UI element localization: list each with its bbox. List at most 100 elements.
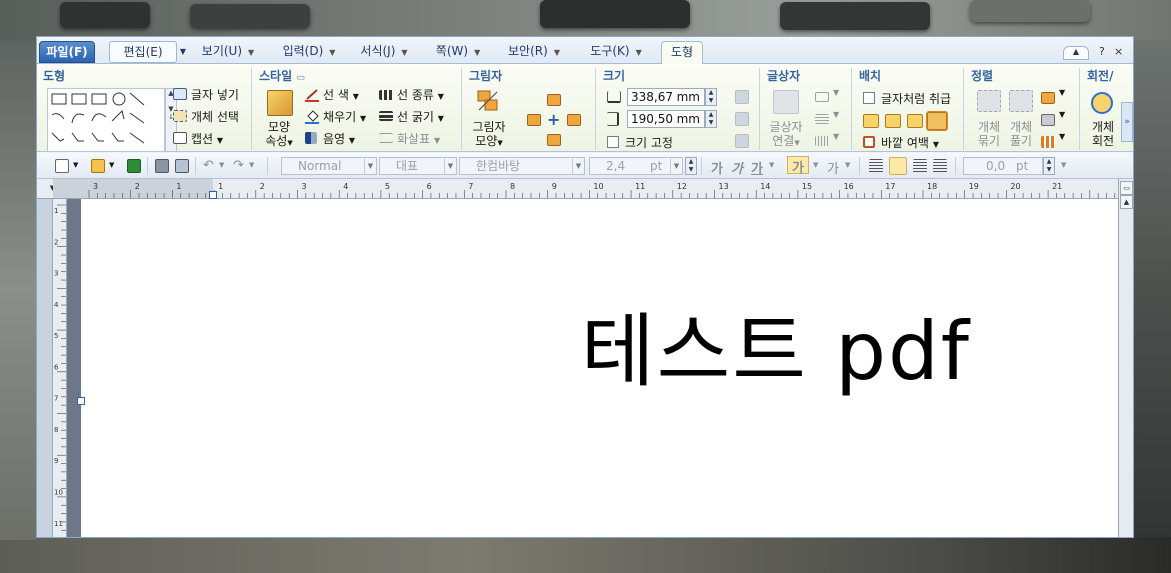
line-color-button[interactable]: 선 색 ▼	[323, 86, 359, 103]
align-right-icon[interactable]	[933, 159, 947, 173]
caption-button[interactable]: 캡션 ▼	[191, 130, 223, 147]
textbox-align-icon[interactable]	[815, 114, 829, 124]
shadow-shape-button[interactable]: 그림자 모양▼	[467, 120, 511, 150]
tab-edit[interactable]: 편집(E)	[109, 41, 177, 63]
height-field[interactable]: 190,50 mm	[627, 110, 705, 128]
chevron-down-icon[interactable]: ▼	[109, 161, 114, 169]
style-select[interactable]: Normal ▼	[281, 157, 377, 175]
ungroup-objects-button[interactable]: 개체 풀기	[1003, 120, 1039, 148]
font-size-field[interactable]: 2,4 pt ▼	[589, 157, 683, 175]
tab-shape[interactable]: 도형	[661, 41, 703, 65]
outline-select[interactable]: 대표 ▼	[379, 157, 457, 175]
chevron-down-icon[interactable]: ▼	[249, 161, 254, 169]
chevron-down-icon[interactable]: ▼	[769, 161, 774, 169]
italic-button[interactable]: 가	[731, 158, 743, 177]
chevron-down-icon[interactable]: ▼	[219, 161, 224, 169]
shadow-right-icon[interactable]	[567, 114, 581, 126]
char-shade-button[interactable]: 가	[827, 158, 839, 177]
size-same-height-icon[interactable]	[735, 112, 749, 126]
chevron-down-icon[interactable]: ▼	[73, 161, 78, 169]
width-spinner[interactable]: ▲ ▼	[705, 88, 717, 106]
fix-size-checkbox[interactable]	[607, 136, 619, 148]
wrap-behind-icon[interactable]	[926, 111, 948, 131]
vertical-scrollbar[interactable]: ▭ ▲	[1118, 179, 1133, 537]
tab-view[interactable]: 보기(U) ▼	[191, 41, 265, 63]
font-select[interactable]: 한컴바탕 ▼	[459, 157, 585, 175]
line-type-button[interactable]: 선 종류 ▼	[397, 86, 444, 103]
dialog-launcher-icon[interactable]: ▭	[296, 73, 305, 83]
print-icon[interactable]	[155, 159, 169, 173]
redo-icon[interactable]: ↷	[233, 158, 244, 173]
chevron-down-icon[interactable]: ▼	[1059, 88, 1065, 97]
chevron-down-icon[interactable]: ▼	[845, 161, 850, 169]
document-text[interactable]: 테스트 pdf	[581, 287, 971, 403]
tab-tools[interactable]: 도구(K) ▼	[581, 41, 651, 63]
help-button[interactable]: ?	[1099, 45, 1105, 58]
chevron-down-icon[interactable]: ▼	[177, 41, 189, 63]
scroll-top-button[interactable]: ▭	[1120, 181, 1133, 195]
open-folder-icon[interactable]	[91, 159, 105, 173]
tab-file[interactable]: 파일(F)	[39, 41, 95, 63]
align-justify-icon[interactable]	[869, 159, 883, 173]
shape-properties-button[interactable]: 모양 속성▼	[259, 120, 299, 150]
insert-text-button[interactable]: 글자 넣기	[191, 86, 239, 103]
send-back-icon[interactable]	[1041, 114, 1055, 126]
height-spinner[interactable]: ▲ ▼	[705, 110, 717, 128]
treat-as-char-checkbox[interactable]	[863, 92, 875, 104]
shadow-down-icon[interactable]	[547, 134, 561, 146]
textbox-border-icon[interactable]	[815, 92, 829, 102]
select-object-button[interactable]: 개체 선택	[191, 108, 239, 125]
chevron-down-icon[interactable]: ▼	[1061, 161, 1066, 169]
tab-security[interactable]: 보안(R) ▼	[501, 41, 567, 63]
align-left-icon[interactable]	[889, 157, 907, 175]
outer-margin-button[interactable]: 바깥 여백 ▼	[881, 134, 939, 151]
textbox-direction-icon[interactable]	[815, 136, 829, 146]
ribbon-more-button[interactable]: »	[1121, 102, 1133, 142]
undo-icon[interactable]: ↶	[203, 158, 214, 173]
wrap-front-icon[interactable]	[907, 114, 923, 128]
rotate-button[interactable]: 개체 회전	[1085, 120, 1121, 148]
chevron-down-icon[interactable]: ▼	[813, 161, 818, 169]
width-field[interactable]: 338,67 mm	[627, 88, 705, 106]
shadow-left-icon[interactable]	[527, 114, 541, 126]
tab-format[interactable]: 서식(J) ▼	[351, 41, 417, 63]
resize-handle[interactable]	[209, 191, 217, 199]
shade-button[interactable]: 음영 ▼	[323, 130, 355, 147]
size-same-width-icon[interactable]	[735, 90, 749, 104]
line-spacing-spinner[interactable]: ▲ ▼	[1043, 157, 1055, 175]
chevron-down-icon[interactable]: ▼	[833, 88, 839, 97]
bring-front-icon[interactable]	[1041, 92, 1055, 104]
underline-button[interactable]: 가	[751, 158, 763, 177]
font-size-spinner[interactable]: ▲ ▼	[685, 157, 697, 175]
scroll-up-button[interactable]: ▲	[1120, 195, 1133, 209]
char-color-button[interactable]: 가	[787, 156, 809, 176]
align-center-icon[interactable]	[913, 159, 927, 173]
resize-handle[interactable]	[77, 397, 85, 405]
chevron-down-icon[interactable]: ▼	[833, 110, 839, 119]
page[interactable]: 테스트 pdf	[81, 199, 1125, 537]
textbox-link-button[interactable]: 글상자 연결▼	[763, 120, 809, 150]
tab-page[interactable]: 쪽(W) ▼	[427, 41, 489, 63]
chevron-down-icon[interactable]: ▼	[1059, 110, 1065, 119]
fill-button[interactable]: 채우기 ▼	[323, 108, 366, 125]
line-width-button[interactable]: 선 굵기 ▼	[397, 108, 444, 125]
new-document-icon[interactable]	[55, 159, 69, 173]
tab-insert[interactable]: 입력(D) ▼	[269, 41, 349, 63]
align-objects-icon[interactable]	[1041, 136, 1055, 148]
arrow-style-button[interactable]: 화살표 ▼	[397, 130, 440, 147]
size-same-both-icon[interactable]	[735, 134, 749, 148]
line-spacing-field[interactable]: 0,0 pt	[963, 157, 1043, 175]
wrap-square-icon[interactable]	[863, 114, 879, 128]
vertical-ruler[interactable]: 1 2 3 4 5 6 7 8 9 10 11	[53, 199, 67, 537]
bold-button[interactable]: 가	[711, 158, 723, 177]
close-button[interactable]: ×	[1114, 45, 1123, 58]
ribbon-collapse-button[interactable]: ▲	[1063, 46, 1089, 60]
chevron-down-icon[interactable]: ▼	[1059, 132, 1065, 141]
wrap-tight-icon[interactable]	[885, 114, 901, 128]
shape-gallery[interactable]	[47, 88, 165, 152]
shadow-center-icon[interactable]: +	[547, 110, 560, 129]
chevron-down-icon[interactable]: ▼	[833, 132, 839, 141]
shadow-up-icon[interactable]	[547, 94, 561, 106]
print-preview-icon[interactable]	[175, 159, 189, 173]
group-objects-button[interactable]: 개체 묶기	[971, 120, 1007, 148]
